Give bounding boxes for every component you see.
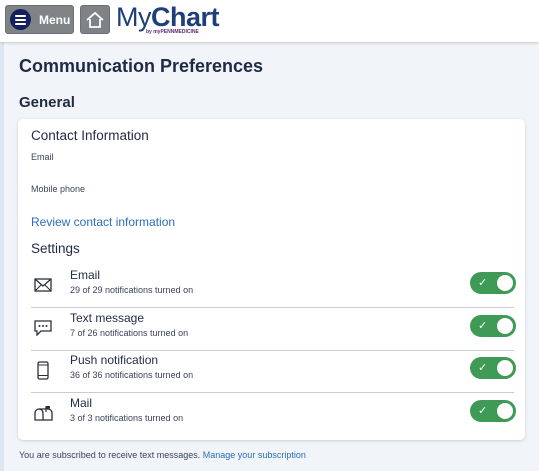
check-icon: ✓ [478,362,488,374]
setting-name: Email [70,268,101,282]
top-bar: Menu MyChart by myPENNMEDICINE [0,0,539,42]
main-content: Communication Preferences General Contac… [0,42,539,471]
check-icon: ✓ [478,277,488,289]
hamburger-icon [10,9,31,30]
logo-my: My [116,2,152,32]
setting-row-mail: Mail 3 of 3 notifications turned on ✓ [31,394,516,436]
mobile-phone-label: Mobile phone [31,184,86,194]
subscription-text: You are subscribed to receive text messa… [19,450,201,460]
text-message-toggle[interactable]: ✓ [470,315,516,337]
manage-subscription-link[interactable]: Manage your subscription [203,450,306,460]
home-button[interactable] [80,5,110,34]
subscription-note: You are subscribed to receive text messa… [19,450,306,460]
setting-status: 7 of 26 notifications turned on [70,328,189,338]
logo-chart: Chart [151,2,220,32]
preferences-card: Contact Information Email Mobile phone R… [18,119,525,440]
setting-status: 29 of 29 notifications turned on [70,285,194,295]
push-notification-toggle[interactable]: ✓ [470,357,516,379]
home-icon [86,11,104,28]
message-bubble-icon [33,318,53,338]
mailbox-icon [33,403,53,423]
setting-name: Push notification [70,353,159,367]
mychart-logo[interactable]: MyChart by myPENNMEDICINE [116,2,220,39]
mail-toggle[interactable]: ✓ [470,400,516,422]
check-icon: ✓ [478,405,488,417]
email-label: Email [31,152,54,162]
settings-title: Settings [31,241,80,256]
email-toggle[interactable]: ✓ [470,272,516,294]
logo-subtitle: by myPENNMEDICINE [146,29,199,35]
setting-row-email: Email 29 of 29 notifications turned on ✓ [31,266,516,308]
setting-name: Mail [70,396,93,410]
check-icon: ✓ [478,320,488,332]
setting-name: Text message [70,311,145,325]
setting-row-text-message: Text message 7 of 26 notifications turne… [31,309,516,351]
menu-button[interactable]: Menu [5,5,74,34]
setting-row-push-notification: Push notification 36 of 36 notifications… [31,351,516,393]
menu-label: Menu [39,12,71,27]
contact-info-title: Contact Information [31,128,149,143]
smartphone-icon [33,360,53,380]
review-contact-link[interactable]: Review contact information [31,215,175,229]
envelope-icon [33,275,53,295]
setting-status: 36 of 36 notifications turned on [70,370,194,380]
setting-status: 3 of 3 notifications turned on [70,413,184,423]
page-title: Communication Preferences [19,56,264,76]
section-title: General [19,94,75,111]
